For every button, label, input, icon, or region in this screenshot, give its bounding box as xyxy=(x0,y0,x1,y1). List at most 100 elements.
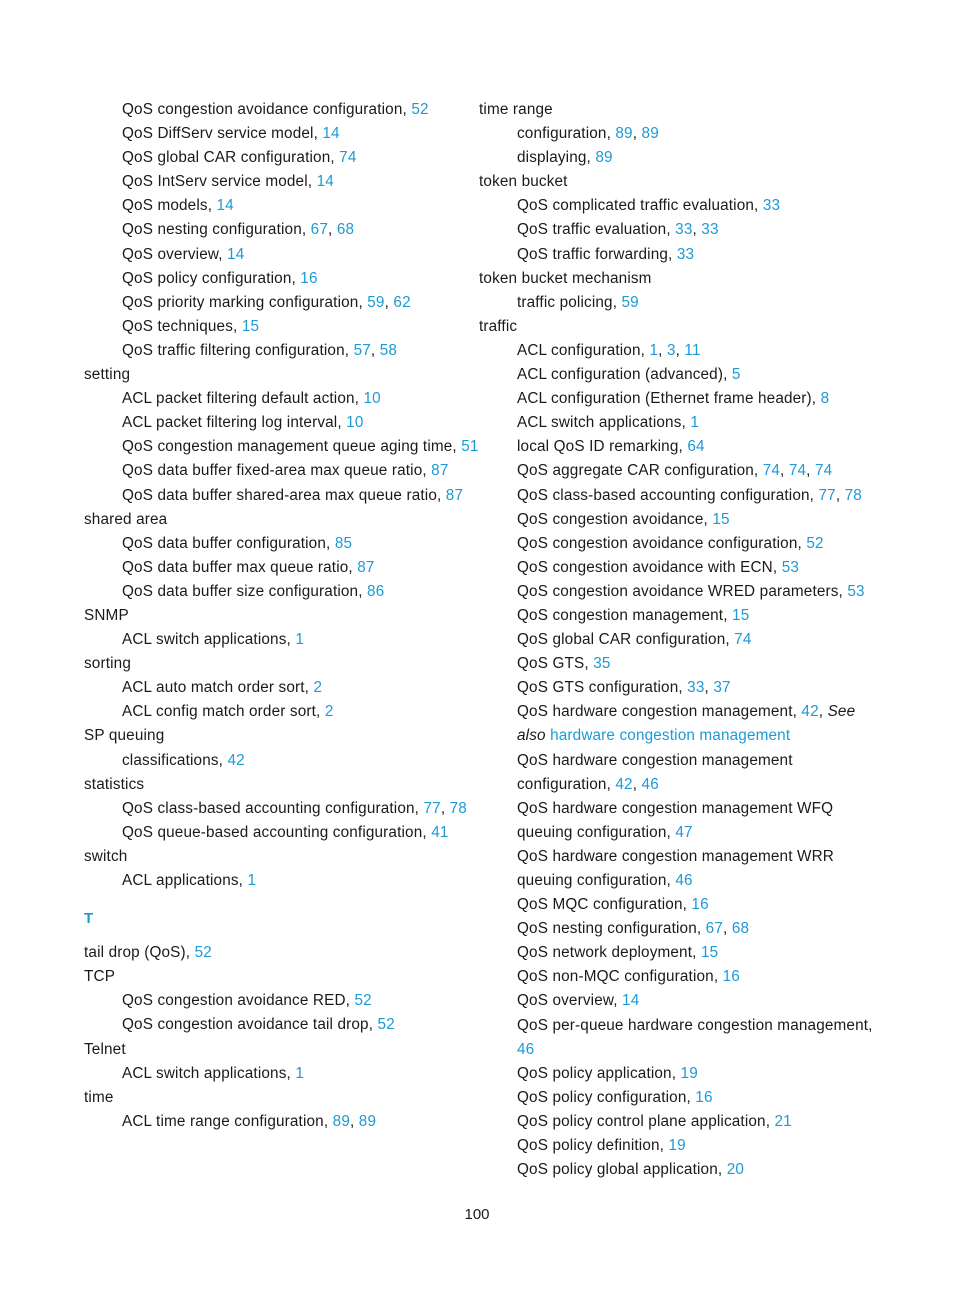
page-locator[interactable]: 62 xyxy=(393,294,410,311)
page-locator[interactable]: 16 xyxy=(691,896,708,913)
page-locator[interactable]: 87 xyxy=(357,559,374,576)
page-locator[interactable]: 33 xyxy=(701,221,718,238)
page-locator[interactable]: 53 xyxy=(847,583,864,600)
page-locator[interactable]: 89 xyxy=(615,125,632,142)
page-locator[interactable]: 42 xyxy=(227,752,244,769)
page-locator[interactable]: 10 xyxy=(346,414,363,431)
page-locator[interactable]: 58 xyxy=(380,342,397,359)
page-locator[interactable]: 1 xyxy=(690,414,699,431)
index-entry-label: QoS global CAR configuration, xyxy=(517,631,730,649)
page-locator[interactable]: 33 xyxy=(763,197,780,214)
page-locator[interactable]: 57 xyxy=(354,342,371,359)
page-locator[interactable]: 74 xyxy=(789,462,806,479)
page-locator[interactable]: 46 xyxy=(642,776,659,793)
page-locator[interactable]: 68 xyxy=(337,221,354,238)
page-locator[interactable]: 85 xyxy=(335,535,352,552)
page-locator[interactable]: 89 xyxy=(359,1113,376,1130)
index-entry-secondary: QoS congestion avoidance WRED parameters… xyxy=(479,580,879,604)
page-locator[interactable]: 89 xyxy=(595,149,612,166)
page-locator[interactable]: 59 xyxy=(367,294,384,311)
page-locator[interactable]: 15 xyxy=(732,607,749,624)
page-locator[interactable]: 52 xyxy=(378,1016,395,1033)
index-entry-label: QoS class-based accounting configuration… xyxy=(517,486,815,504)
page-locator[interactable]: 2 xyxy=(325,703,334,720)
page-locator[interactable]: 15 xyxy=(242,318,259,335)
page-locator[interactable]: 35 xyxy=(593,655,610,672)
page-locator[interactable]: 78 xyxy=(845,487,862,504)
page-locator[interactable]: 87 xyxy=(431,462,448,479)
page-locator[interactable]: 19 xyxy=(681,1065,698,1082)
page-locator[interactable]: 14 xyxy=(322,125,339,142)
page-locator[interactable]: 51 xyxy=(461,438,478,455)
index-entry-secondary: QoS nesting configuration, 67, 68 xyxy=(122,221,355,239)
see-also-target-link[interactable]: hardware congestion management xyxy=(550,727,790,744)
page-locator[interactable]: 68 xyxy=(732,920,749,937)
page-locator[interactable]: 16 xyxy=(695,1089,712,1106)
page-locator[interactable]: 47 xyxy=(675,824,692,841)
page-locator[interactable]: 14 xyxy=(227,246,244,263)
page-locator[interactable]: 19 xyxy=(668,1137,685,1154)
index-entry-label: classifications, xyxy=(122,751,224,769)
page-locator[interactable]: 42 xyxy=(801,703,818,720)
index-entry-label: traffic policing, xyxy=(517,293,618,311)
page-locator[interactable]: 8 xyxy=(821,390,830,407)
page-locator[interactable]: 14 xyxy=(317,173,334,190)
page-locator[interactable]: 74 xyxy=(763,462,780,479)
index-entry-label: QoS data buffer shared-area max queue ra… xyxy=(122,486,442,504)
page-locator[interactable]: 67 xyxy=(706,920,723,937)
page-locator[interactable]: 52 xyxy=(354,992,371,1009)
index-entry-label: QoS queue-based accounting configuration… xyxy=(122,823,427,841)
page-locator[interactable]: 64 xyxy=(687,438,704,455)
page-locator[interactable]: 46 xyxy=(675,872,692,889)
page-locator[interactable]: 86 xyxy=(367,583,384,600)
page-locator[interactable]: 15 xyxy=(712,511,729,528)
page-locator[interactable]: 14 xyxy=(217,197,234,214)
page-locator[interactable]: 16 xyxy=(723,968,740,985)
page-locator[interactable]: 41 xyxy=(431,824,448,841)
index-entry-secondary: QoS GTS, 35 xyxy=(479,652,879,676)
index-entry-secondary: QoS policy configuration, 16 xyxy=(479,1086,879,1110)
page-locator[interactable]: 87 xyxy=(446,487,463,504)
page-locator[interactable]: 15 xyxy=(701,944,718,961)
page-locator[interactable]: 42 xyxy=(615,776,632,793)
page-locator[interactable]: 33 xyxy=(677,246,694,263)
page-locator[interactable]: 77 xyxy=(424,800,441,817)
index-entry-secondary: QoS congestion avoidance configuration, … xyxy=(479,532,879,556)
page-locator[interactable]: 33 xyxy=(687,679,704,696)
page-locator[interactable]: 14 xyxy=(622,992,639,1009)
page-locator[interactable]: 37 xyxy=(713,679,730,696)
page-locator[interactable]: 21 xyxy=(775,1113,792,1130)
page-locator[interactable]: 1 xyxy=(295,631,304,648)
page-locator[interactable]: 89 xyxy=(642,125,659,142)
page-locator[interactable]: 1 xyxy=(295,1065,304,1082)
page-locator[interactable]: 74 xyxy=(815,462,832,479)
page-locator[interactable]: 77 xyxy=(819,487,836,504)
page-locator[interactable]: 53 xyxy=(782,559,799,576)
index-entry-secondary: classifications, 42 xyxy=(84,749,484,773)
page-locator[interactable]: 33 xyxy=(675,221,692,238)
index-entry-label: Telnet xyxy=(84,1040,126,1058)
index-entry-label: QoS GTS configuration, xyxy=(517,679,683,697)
page-locator[interactable]: 59 xyxy=(622,294,639,311)
page-locator[interactable]: 3 xyxy=(667,342,676,359)
index-entry-label: local QoS ID remarking, xyxy=(517,438,683,456)
page-locator[interactable]: 52 xyxy=(411,101,428,118)
page-locator[interactable]: 5 xyxy=(732,366,741,383)
page-locator[interactable]: 1 xyxy=(247,872,256,889)
page-locator[interactable]: 52 xyxy=(806,535,823,552)
page-locator[interactable]: 52 xyxy=(195,944,212,961)
page-locator[interactable]: 2 xyxy=(313,679,322,696)
page-locator[interactable]: 78 xyxy=(450,800,467,817)
page-locator[interactable]: 74 xyxy=(734,631,751,648)
page-locator[interactable]: 20 xyxy=(727,1161,744,1178)
page-locator[interactable]: 67 xyxy=(311,221,328,238)
page-locator[interactable]: 16 xyxy=(300,270,317,287)
page-locator[interactable]: 11 xyxy=(684,342,700,359)
index-entry-secondary: ACL applications, 1 xyxy=(84,869,484,893)
page-locator[interactable]: 74 xyxy=(339,149,356,166)
page-locator[interactable]: 1 xyxy=(649,342,658,359)
index-entry-label: QoS global CAR configuration, xyxy=(122,149,335,167)
page-locator[interactable]: 46 xyxy=(517,1041,534,1058)
page-locator[interactable]: 10 xyxy=(363,390,380,407)
page-locator[interactable]: 89 xyxy=(333,1113,350,1130)
